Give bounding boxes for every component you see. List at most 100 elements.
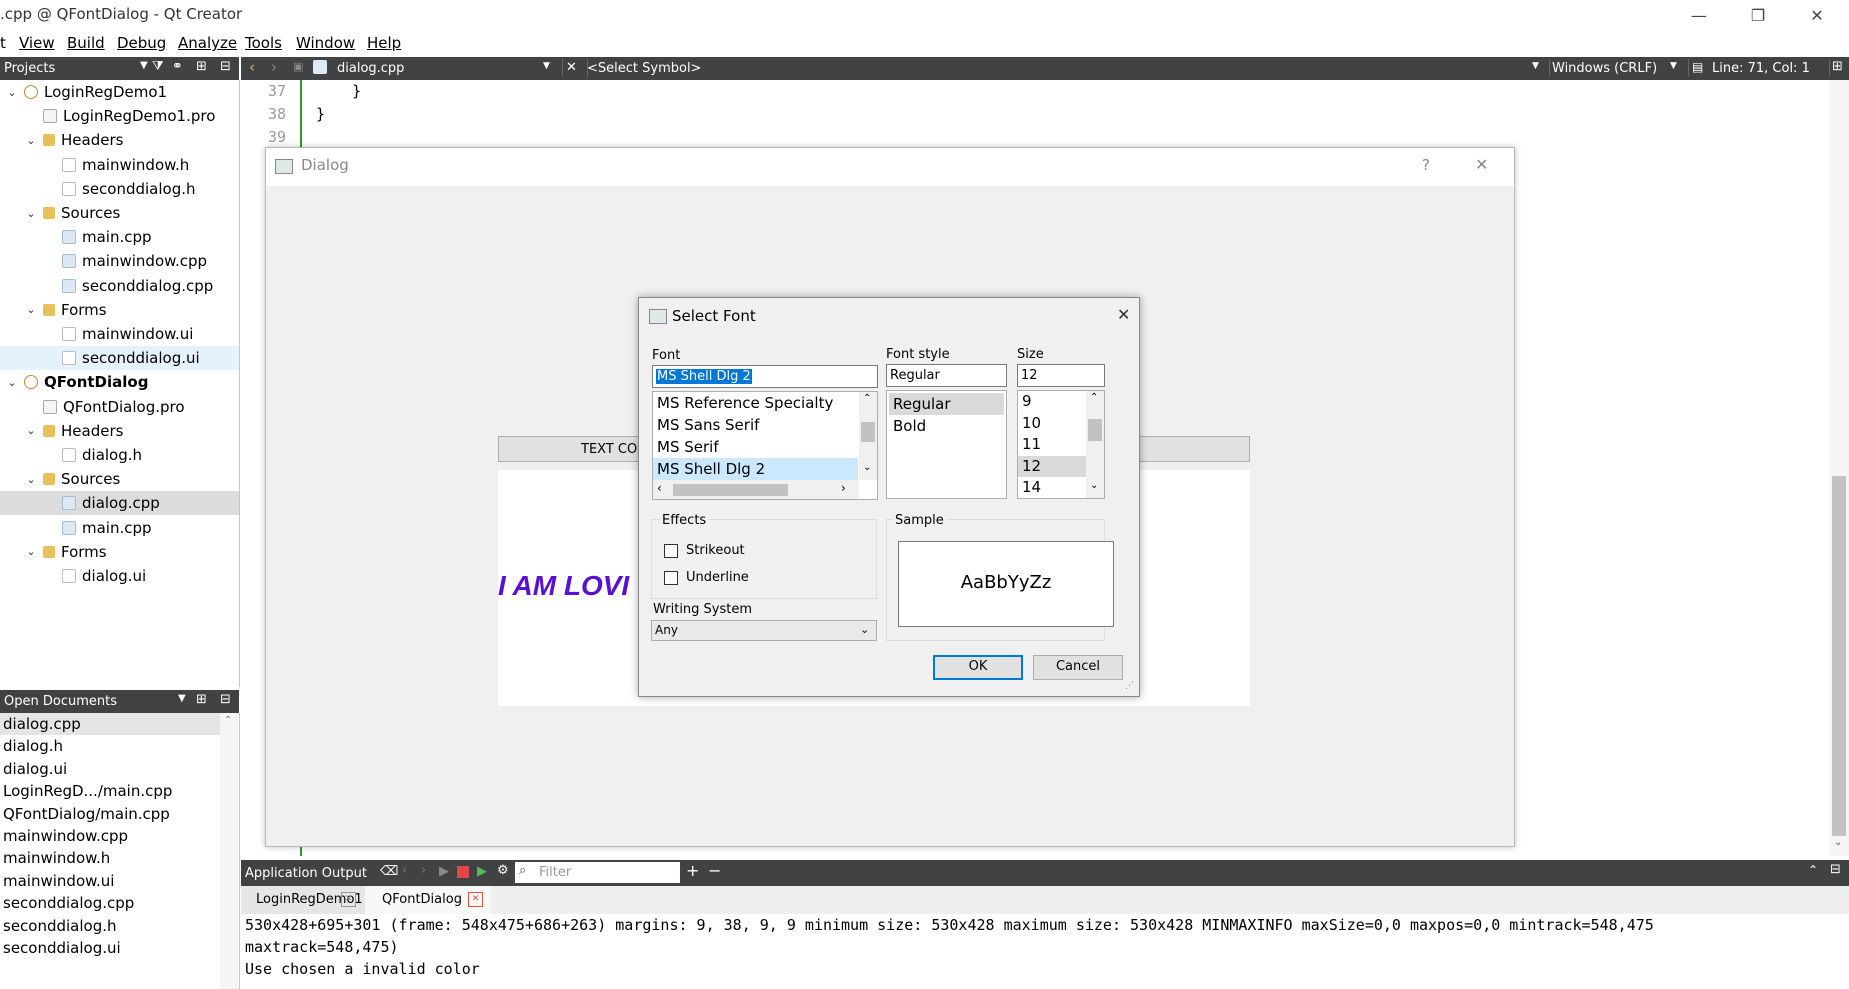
size-list-vscroll[interactable]: ⌃ ⌄ bbox=[1086, 391, 1104, 498]
tree-item[interactable]: LoginRegDemo1.pro bbox=[0, 104, 239, 128]
tree-item[interactable]: mainwindow.ui bbox=[0, 322, 239, 346]
tree-item[interactable]: QFontDialog.pro bbox=[0, 395, 239, 419]
scroll-up-icon[interactable]: ⌃ bbox=[863, 393, 871, 404]
tree-item[interactable]: ⌄ QFontDialog bbox=[0, 370, 239, 394]
list-item[interactable]: Regular bbox=[889, 393, 1004, 415]
chevron-down-icon[interactable]: ⌄ bbox=[24, 473, 38, 486]
size-list-item[interactable]: 11 bbox=[1018, 434, 1086, 456]
attach-debugger-icon[interactable]: ▶ bbox=[477, 864, 487, 879]
file-dropdown-icon[interactable]: ▼ bbox=[543, 61, 550, 71]
filter-input[interactable]: ⌕ Filter bbox=[515, 862, 680, 883]
close-tab-icon[interactable]: ✕ bbox=[341, 892, 356, 907]
next-icon[interactable]: › bbox=[421, 863, 426, 878]
tree-item[interactable]: main.cpp bbox=[0, 516, 239, 540]
tree-item[interactable]: dialog.ui bbox=[0, 564, 239, 588]
open-document-item[interactable]: mainwindow.cpp bbox=[0, 825, 220, 847]
chevron-down-icon[interactable]: ⌄ bbox=[5, 376, 19, 389]
scroll-up-icon[interactable]: ⌃ bbox=[224, 715, 232, 726]
zoom-in-icon[interactable]: + bbox=[686, 861, 699, 880]
size-list-item[interactable]: 9 bbox=[1018, 391, 1086, 413]
scroll-down-icon[interactable]: ⌄ bbox=[863, 462, 871, 473]
open-document-item[interactable]: seconddialog.ui bbox=[0, 937, 220, 959]
open-document-item[interactable]: seconddialog.cpp bbox=[0, 892, 220, 914]
tree-item[interactable]: mainwindow.cpp bbox=[0, 249, 239, 273]
tree-item[interactable]: ⌄ LoginRegDemo1 bbox=[0, 80, 239, 104]
open-document-item[interactable]: dialog.cpp bbox=[0, 713, 220, 735]
tree-item[interactable]: ⌄ Forms bbox=[0, 540, 239, 564]
link-icon[interactable]: ⚭ bbox=[172, 59, 183, 74]
split-icon[interactable]: ⊞ bbox=[196, 59, 207, 74]
projects-selector[interactable]: Projects bbox=[4, 61, 55, 76]
open-document-item[interactable]: seconddialog.h bbox=[0, 915, 220, 937]
restore-button[interactable]: ❐ bbox=[1733, 0, 1783, 30]
chevron-down-icon[interactable]: ⌄ bbox=[24, 207, 38, 220]
font-list-item[interactable]: MS Serif bbox=[653, 436, 858, 458]
size-list[interactable]: 9 10 11 12 14 ⌃ ⌄ bbox=[1017, 390, 1105, 499]
help-icon[interactable]: ? bbox=[1422, 156, 1430, 174]
size-list-item[interactable]: 12 bbox=[1018, 455, 1086, 477]
tree-item[interactable]: mainwindow.h bbox=[0, 153, 239, 177]
menu-tools[interactable]: Tools bbox=[245, 34, 282, 52]
chevron-down-icon[interactable]: ⌄ bbox=[5, 86, 19, 99]
split-editor-icon[interactable]: ⊞ bbox=[1832, 59, 1843, 74]
forward-icon[interactable]: › bbox=[271, 58, 277, 76]
menu-build[interactable]: Build bbox=[67, 34, 105, 52]
scrollbar-thumb[interactable] bbox=[1832, 476, 1846, 836]
scrollbar-thumb[interactable] bbox=[1088, 419, 1102, 441]
scrollbar-thumb[interactable] bbox=[673, 484, 788, 496]
back-icon[interactable]: ‹ bbox=[249, 58, 255, 76]
strikeout-checkbox[interactable] bbox=[664, 544, 678, 558]
scroll-up-icon[interactable]: ⌃ bbox=[1090, 392, 1098, 403]
zoom-out-icon[interactable]: − bbox=[708, 861, 721, 880]
open-document-item[interactable]: mainwindow.h bbox=[0, 847, 220, 869]
menu-help[interactable]: Help bbox=[367, 34, 401, 52]
cursor-position[interactable]: Line: 71, Col: 1 bbox=[1712, 61, 1810, 76]
filter-icon[interactable]: ⧩ bbox=[152, 59, 164, 74]
tree-item[interactable]: ⌄ Forms bbox=[0, 298, 239, 322]
chevron-down-icon[interactable]: ⌄ bbox=[24, 303, 38, 316]
minimize-button[interactable]: — bbox=[1674, 0, 1724, 30]
close-icon[interactable]: ✕ bbox=[1117, 305, 1130, 324]
editor-scrollbar[interactable]: ⌄ bbox=[1829, 80, 1849, 856]
maximize-pane-icon[interactable]: ⌃ bbox=[1808, 863, 1818, 877]
tree-item[interactable]: dialog.h bbox=[0, 443, 239, 467]
clear-output-icon[interactable]: ⌫ bbox=[380, 864, 398, 879]
open-document-item[interactable]: LoginRegD.../main.cpp bbox=[0, 780, 220, 802]
tree-item[interactable]: seconddialog.h bbox=[0, 177, 239, 201]
font-style-input[interactable]: Regular bbox=[886, 364, 1007, 387]
rerun-icon[interactable]: ▶ bbox=[439, 864, 449, 879]
close-icon[interactable]: ✕ bbox=[1475, 155, 1488, 174]
menu-analyze[interactable]: Analyze bbox=[178, 34, 237, 52]
font-list-hscroll[interactable]: ‹ › bbox=[653, 480, 859, 499]
prev-icon[interactable]: ‹ bbox=[402, 863, 407, 878]
writing-system-select[interactable]: Any ⌄ bbox=[651, 620, 877, 641]
close-pane-icon[interactable]: ⊟ bbox=[1830, 862, 1841, 877]
dropdown-icon[interactable]: ▼ bbox=[140, 60, 148, 71]
symbol-selector[interactable]: <Select Symbol> bbox=[587, 61, 701, 76]
tree-item[interactable]: ⌄ Headers bbox=[0, 419, 239, 443]
open-document-item[interactable]: mainwindow.ui bbox=[0, 870, 220, 892]
open-document-item[interactable]: dialog.ui bbox=[0, 758, 220, 780]
tree-item[interactable]: main.cpp bbox=[0, 225, 239, 249]
chevron-down-icon[interactable]: ⌄ bbox=[24, 545, 38, 558]
font-list-vscroll[interactable]: ⌃ ⌄ bbox=[859, 392, 877, 480]
open-document-item[interactable]: QFontDialog/main.cpp bbox=[0, 803, 220, 825]
settings-icon[interactable]: ⚙ bbox=[497, 863, 509, 878]
open-document-item[interactable]: dialog.h bbox=[0, 735, 220, 757]
file-selector[interactable]: dialog.cpp bbox=[337, 61, 404, 76]
encoding-icon[interactable]: ▤ bbox=[1692, 60, 1703, 74]
dropdown-icon[interactable]: ▼ bbox=[178, 693, 186, 704]
font-list-item[interactable]: MS Sans Serif bbox=[653, 414, 858, 436]
close-pane-icon[interactable]: ⊟ bbox=[220, 59, 231, 74]
scroll-down-icon[interactable]: ⌄ bbox=[1090, 480, 1098, 491]
split-icon[interactable]: ⊞ bbox=[196, 692, 207, 707]
tab-loginregdemo1[interactable]: LoginRegDemo1 ✕ bbox=[241, 886, 365, 914]
font-list[interactable]: MS Reference Specialty MS Sans Serif MS Se… bbox=[652, 391, 878, 500]
tree-item[interactable]: ⌄ Sources bbox=[0, 201, 239, 225]
menu-debug[interactable]: Debug bbox=[117, 34, 166, 52]
symbol-dropdown-icon[interactable]: ▼ bbox=[1532, 61, 1539, 71]
open-documents-scrollbar[interactable]: ⌃ bbox=[220, 713, 238, 989]
ok-button[interactable]: OK bbox=[933, 655, 1023, 680]
line-ending-dropdown-icon[interactable]: ▼ bbox=[1670, 61, 1677, 71]
list-item[interactable]: Bold bbox=[889, 415, 1004, 437]
